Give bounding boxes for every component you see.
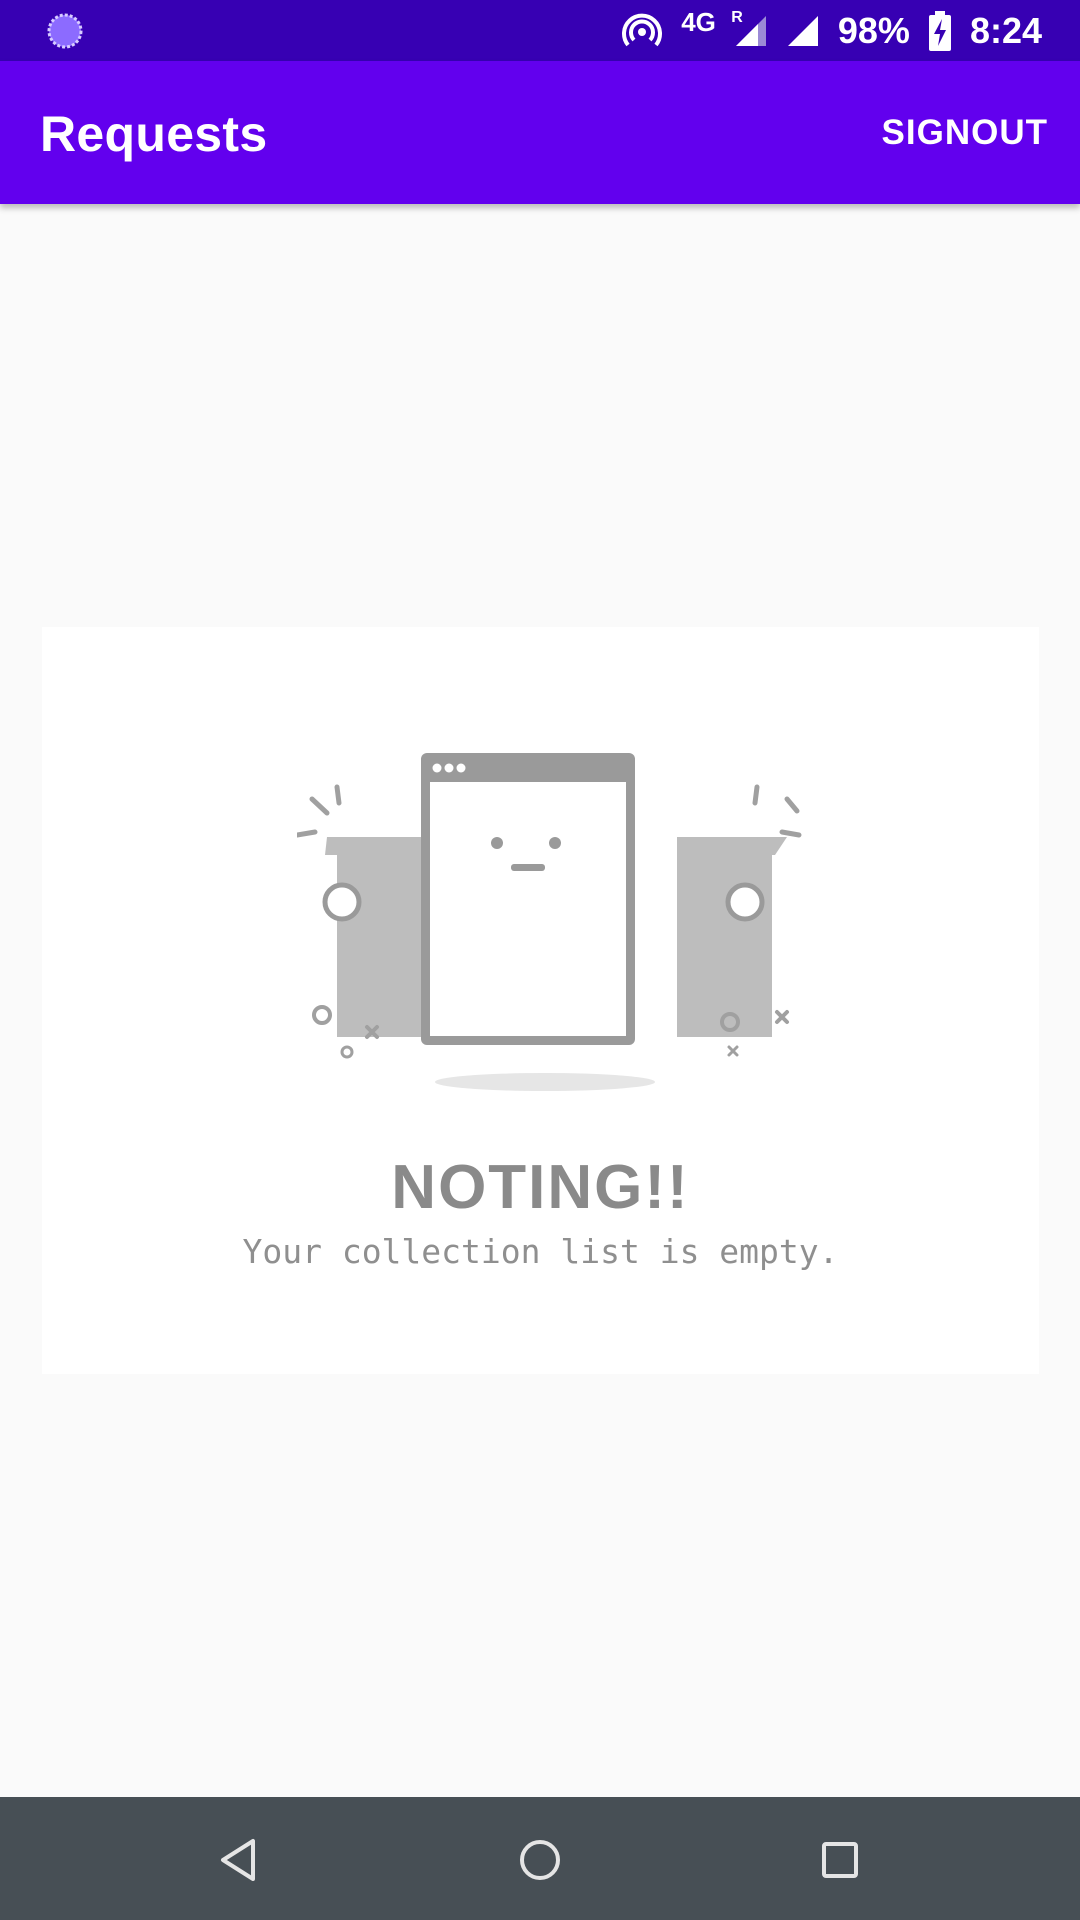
roaming-label: R	[731, 9, 743, 26]
empty-state-title: NOTING!!	[391, 1153, 690, 1222]
signal-icon	[786, 14, 820, 48]
status-icons: 4G R 98% 8:24	[621, 0, 1042, 61]
battery-text: 98%	[837, 9, 910, 51]
battery-charging-icon	[928, 10, 952, 51]
empty-state-subtitle: Your collection list is empty.	[242, 1232, 839, 1271]
empty-state-card: NOTING!! Your collection list is empty.	[42, 627, 1039, 1374]
signout-button[interactable]: SIGNOUT	[882, 113, 1048, 153]
recents-icon[interactable]	[815, 1835, 865, 1885]
app-bar: Requests SIGNOUT	[0, 61, 1080, 204]
page-title: Requests	[40, 106, 268, 162]
status-bar: 4G R 98% 8:24	[0, 0, 1080, 61]
network-type-label: 4G R	[681, 7, 743, 37]
app-notification-icon	[46, 12, 84, 50]
hotspot-icon	[621, 10, 663, 52]
clock: 8:24	[969, 9, 1042, 51]
home-icon[interactable]	[515, 1835, 565, 1885]
navigation-bar	[0, 1797, 1080, 1920]
back-icon[interactable]	[215, 1835, 265, 1885]
empty-document-illustration	[294, 747, 817, 1107]
